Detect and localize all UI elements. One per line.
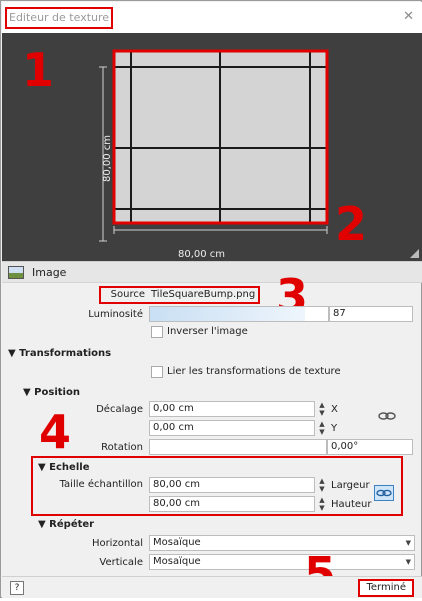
rotation-input[interactable]	[149, 439, 327, 455]
position-header[interactable]: ▼ Position	[23, 387, 80, 398]
image-icon	[8, 266, 24, 279]
repeat-header[interactable]: ▼ Répéter	[38, 519, 94, 530]
offset-y-spinner[interactable]: ▲ ▼	[317, 420, 327, 436]
done-button[interactable]: Terminé	[358, 579, 414, 597]
vertical-select[interactable]: Mosaïque ▼	[149, 554, 415, 570]
scale-width-label: Largeur	[331, 480, 370, 491]
vertical-label: Verticale	[99, 557, 143, 568]
luminosite-value[interactable]: 87	[329, 306, 413, 322]
luminosite-label: Luminosité	[88, 309, 143, 320]
close-icon[interactable]: ✕	[403, 10, 414, 24]
offset-y-label: Y	[331, 423, 338, 434]
window-title: Editeur de texture	[5, 7, 114, 29]
chain-link-icon[interactable]	[378, 411, 396, 421]
link-transformations-label: Lier les transformations de texture	[167, 366, 341, 377]
scale-width-spinner[interactable]: ▲ ▼	[317, 477, 327, 493]
horizontal-select[interactable]: Mosaïque ▼	[149, 535, 415, 551]
resize-grip[interactable]	[410, 249, 419, 258]
source-value[interactable]: TileSquareBump.png	[151, 289, 255, 300]
scale-width-input[interactable]: 80,00 cm	[149, 477, 315, 493]
offset-x-input[interactable]: 0,00 cm	[149, 401, 315, 417]
offset-x-spinner[interactable]: ▲ ▼	[317, 401, 327, 417]
scale-header[interactable]: ▼ Echelle	[38, 462, 89, 473]
offset-label: Décalage	[96, 404, 143, 415]
chevron-down-icon: ▼	[405, 558, 411, 566]
offset-y-input[interactable]: 0,00 cm	[149, 420, 315, 436]
scale-lock-button[interactable]	[374, 485, 394, 501]
invert-checkbox[interactable]	[151, 326, 163, 338]
scale-height-label: Hauteur	[331, 499, 372, 510]
callout-2: 2	[335, 197, 368, 251]
sample-size-label: Taille échantillon	[59, 479, 143, 490]
footer-bar: ? Terminé	[2, 576, 422, 598]
offset-x-label: X	[331, 404, 338, 415]
horizontal-label: Horizontal	[91, 538, 143, 549]
callout-1: 1	[22, 43, 55, 97]
image-section-header[interactable]: Image	[2, 261, 422, 283]
invert-label: Inverser l'image	[167, 326, 248, 337]
width-dimension-label: 80,00 cm	[178, 249, 226, 260]
scale-height-spinner[interactable]: ▲ ▼	[317, 496, 327, 512]
rotation-value[interactable]: 0,00°	[327, 439, 413, 455]
horizontal-select-value: Mosaïque	[153, 537, 201, 548]
chain-link-icon	[376, 489, 392, 497]
texture-preview-canvas: 80,00 cm 80,00 cm 1 2	[2, 33, 422, 261]
link-transformations-checkbox[interactable]	[151, 366, 163, 378]
callout-4: 4	[39, 405, 72, 459]
vertical-select-value: Mosaïque	[153, 556, 201, 567]
title-bar: Editeur de texture ✕	[2, 2, 422, 33]
source-label: Source	[110, 289, 145, 300]
height-dimension-label: 80,00 cm	[102, 134, 114, 183]
luminosite-slider[interactable]	[149, 306, 329, 322]
chevron-down-icon: ▼	[405, 539, 411, 547]
help-button[interactable]: ?	[10, 581, 24, 595]
transformations-header[interactable]: ▼ Transformations	[8, 348, 111, 359]
rotation-label: Rotation	[101, 442, 143, 453]
image-section-label: Image	[32, 266, 67, 279]
texture-editor-window: Editeur de texture ✕ 80,00 cm 80,00 cm 1…	[0, 0, 422, 598]
scale-height-input[interactable]: 80,00 cm	[149, 496, 315, 512]
